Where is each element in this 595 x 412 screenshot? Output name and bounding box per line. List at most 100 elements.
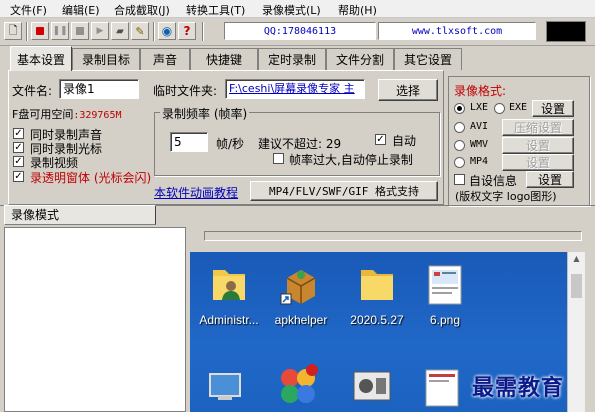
app-icon[interactable] (276, 362, 320, 406)
lxe-settings-button[interactable]: 设置 (532, 100, 574, 117)
qq-info: QQ:178046113 (224, 22, 376, 40)
mp4-settings-button[interactable]: 设置 (502, 154, 574, 171)
record-mode-tab[interactable]: 录像模式 (4, 205, 156, 225)
question-icon: ? (183, 24, 191, 38)
camera-icon: ▰ (116, 25, 124, 37)
pause-icon: ❚❚ (52, 26, 68, 36)
desktop-icon-apkhelper[interactable]: apkhelper (266, 262, 336, 327)
toolbar: 🗋 ❚❚ ▶ ▰ ✎ ◉ ? QQ:178046113 www.tlxsoft.… (0, 18, 595, 46)
format-lxe-label: LXE (470, 102, 489, 113)
auto-stop-label: 帧率过大,自动停止录制 (289, 153, 413, 167)
format-mp4-radio[interactable] (454, 157, 465, 168)
desktop-icon-folder-2020[interactable]: 2020.5.27 (342, 262, 412, 327)
scroll-up-icon[interactable]: ▲ (570, 254, 583, 267)
desktop-icon-label: apkhelper (274, 313, 328, 327)
toolbar-separator (202, 22, 204, 41)
fps-unit: 帧/秒 (216, 137, 245, 151)
record-transparent-checkbox[interactable]: ✓ (13, 171, 24, 182)
temp-folder-input[interactable]: F:\ceshi\屏幕录像专家 主 (225, 79, 365, 99)
tool-icon[interactable] (350, 364, 394, 408)
watermark: 最需教育 (472, 375, 565, 401)
format-title: 录像格式: (454, 84, 507, 98)
temp-folder-label: 临时文件夹: (153, 84, 218, 98)
tool-button[interactable]: ✎ (131, 22, 149, 40)
document-icon[interactable] (420, 364, 464, 408)
fps-input[interactable]: 5 (170, 132, 208, 152)
format-wmv-radio[interactable] (454, 140, 465, 151)
globe-icon: ◉ (161, 24, 173, 38)
record-cursor-checkbox[interactable]: ✓ (13, 142, 24, 153)
tab-other-settings[interactable]: 其它设置 (394, 48, 462, 70)
computer-icon[interactable] (204, 364, 248, 408)
new-file-button[interactable]: 🗋 (4, 22, 22, 40)
custom-info-checkbox[interactable] (454, 174, 465, 185)
stop-icon (76, 27, 84, 35)
vertical-scrollbar[interactable]: ▲ (567, 252, 585, 412)
menu-record-mode[interactable]: 录像模式(L) (262, 2, 321, 18)
toolbar-separator (153, 22, 155, 41)
desktop-icon-label: Administr... (199, 313, 259, 327)
web-button[interactable]: ◉ (158, 22, 176, 40)
record-mode-pane (4, 227, 186, 412)
browse-button[interactable]: 选择 (378, 79, 438, 101)
tab-scheduled[interactable]: 定时录制 (258, 48, 326, 70)
free-space-label: F盘可用空间 (12, 108, 74, 121)
tutorial-link[interactable]: 本软件动画教程 (154, 184, 238, 201)
tab-sound[interactable]: 声音 (140, 48, 190, 70)
desktop-icon-administrator[interactable]: Administr... (194, 262, 264, 327)
stop-button[interactable] (71, 22, 89, 40)
play-icon: ▶ (96, 26, 104, 36)
desktop-icon-6png[interactable]: 6.png (410, 262, 480, 327)
auto-fps-checkbox[interactable]: ✓ (375, 134, 386, 145)
wand-icon: ✎ (135, 24, 145, 38)
wmv-settings-button[interactable]: 设置 (502, 137, 574, 154)
tab-hotkeys[interactable]: 快捷键 (190, 48, 258, 70)
play-button[interactable]: ▶ (91, 22, 109, 40)
pause-button[interactable]: ❚❚ (51, 22, 69, 40)
tab-record-target[interactable]: 录制目标 (72, 48, 140, 70)
image-file-icon (428, 265, 462, 305)
record-icon (36, 27, 44, 35)
format-lxe-radio[interactable] (454, 103, 465, 114)
menu-convert[interactable]: 转换工具(T) (186, 2, 245, 18)
custom-info-button[interactable]: 设置 (526, 171, 574, 188)
menu-bar: 文件(F) 编辑(E) 合成截取(J) 转换工具(T) 录像模式(L) 帮助(H… (0, 0, 595, 18)
format-exe-label: EXE (509, 102, 528, 113)
custom-info-note: (版权文字 logo图形) (455, 190, 557, 203)
user-folder-icon (213, 270, 245, 300)
filename-input[interactable]: 录像1 (59, 79, 139, 99)
website-info[interactable]: www.tlxsoft.com (378, 22, 536, 40)
format-support-button[interactable]: MP4/FLV/SWF/GIF 格式支持 (250, 181, 438, 201)
auto-fps-label: 自动 (392, 134, 417, 148)
auto-stop-checkbox[interactable] (273, 153, 284, 164)
progress-bar (204, 231, 582, 241)
filename-label: 文件名: (12, 84, 53, 98)
help-button[interactable]: ? (178, 22, 196, 40)
format-exe-radio[interactable] (494, 103, 505, 114)
record-transparent-label: 录透明窗体 (光标会闪) (30, 171, 152, 185)
record-sound-checkbox[interactable]: ✓ (13, 128, 24, 139)
toolbar-separator (26, 22, 28, 41)
new-file-icon: 🗋 (8, 23, 18, 37)
menu-help[interactable]: 帮助(H) (338, 2, 377, 18)
frame-rate-title: 录制频率 (帧率) (160, 105, 250, 122)
preview-box (546, 21, 586, 42)
free-space-value: :329765M (73, 110, 122, 121)
menu-compose[interactable]: 合成截取(J) (114, 2, 170, 18)
folder-icon (361, 270, 393, 300)
record-video-checkbox[interactable]: ✓ (13, 156, 24, 167)
format-avi-radio[interactable] (454, 122, 465, 133)
format-avi-label: AVI (470, 121, 489, 132)
tab-basic-settings[interactable]: 基本设置 (10, 46, 72, 71)
custom-info-label: 自设信息 (469, 174, 518, 188)
camera-button[interactable]: ▰ (111, 22, 129, 40)
fps-suggestion: 建议不超过: 29 (258, 137, 342, 151)
menu-file[interactable]: 文件(F) (10, 2, 47, 18)
desktop-icon-label: 2020.5.27 (350, 313, 404, 327)
desktop-icon-label: 6.png (429, 313, 461, 327)
tab-file-split[interactable]: 文件分割 (326, 48, 394, 70)
scroll-thumb[interactable] (571, 274, 582, 298)
menu-edit[interactable]: 编辑(E) (62, 2, 100, 18)
record-button[interactable] (31, 22, 49, 40)
compress-settings-button[interactable]: 压缩设置 (502, 119, 574, 136)
